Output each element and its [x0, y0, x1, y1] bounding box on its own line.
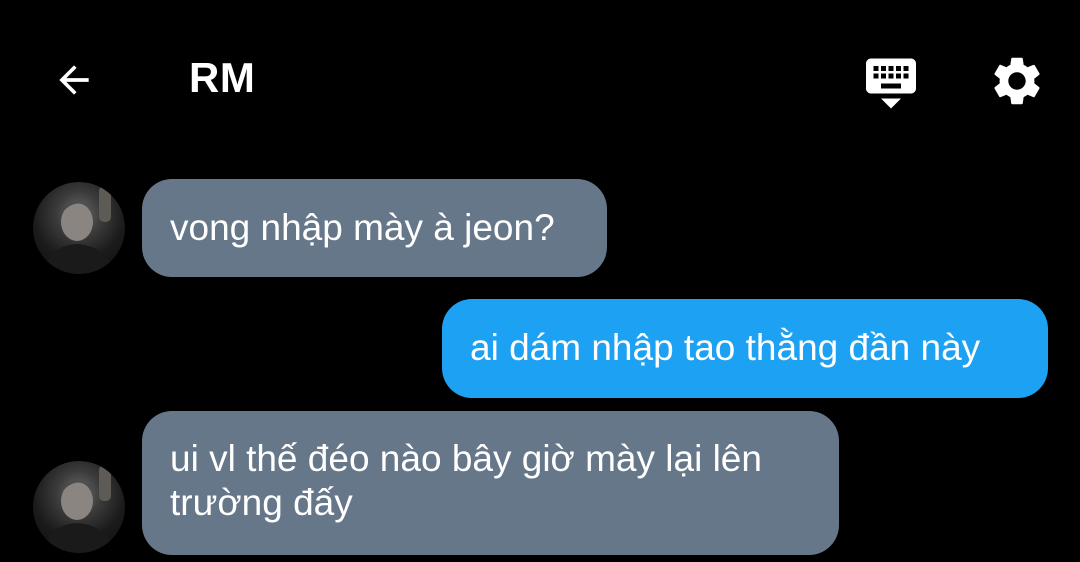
keyboard-hide-icon: [866, 58, 916, 109]
avatar[interactable]: [33, 182, 125, 274]
message-bubble-received[interactable]: ui vl thế đéo nào bây giờ mày lại lên tr…: [142, 411, 839, 555]
chat-header: RM: [0, 0, 1080, 160]
message-bubble-sent[interactable]: ai dám nhập tao thằng đần này: [442, 299, 1048, 398]
settings-button[interactable]: [986, 50, 1048, 112]
arrow-left-icon: [59, 65, 89, 95]
message-bubble-received[interactable]: vong nhập mày à jeon?: [142, 179, 607, 277]
back-button[interactable]: [44, 50, 104, 110]
gear-icon: [994, 57, 1040, 105]
person-photo-icon: [43, 465, 115, 553]
keyboard-toggle-button[interactable]: [858, 48, 924, 114]
chat-title: RM: [189, 54, 256, 101]
avatar[interactable]: [33, 461, 125, 553]
person-photo-icon: [43, 186, 115, 274]
